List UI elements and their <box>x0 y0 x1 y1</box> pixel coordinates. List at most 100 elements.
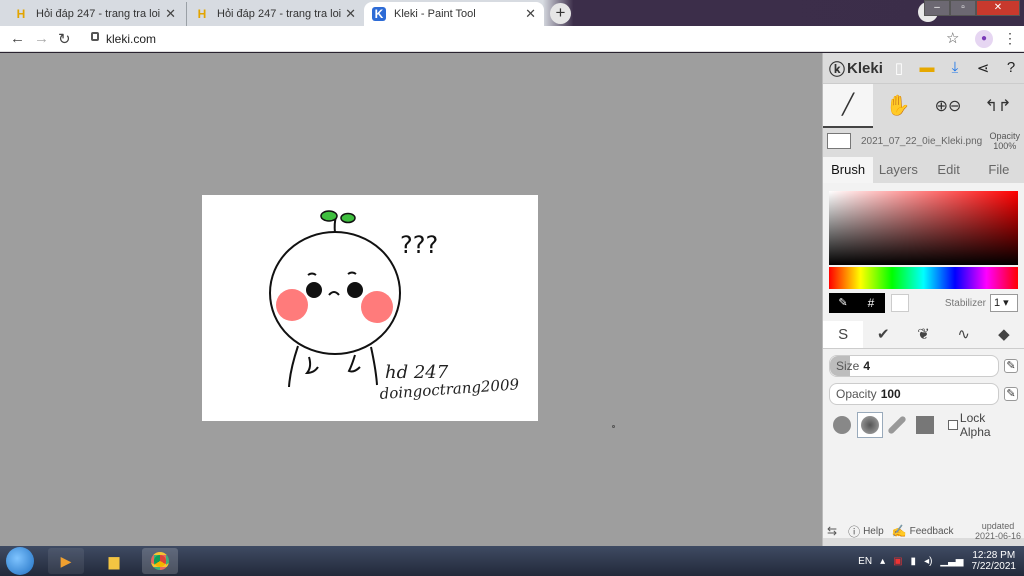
eyedropper-icon[interactable]: ✎ <box>829 293 857 313</box>
stabilizer-label: Stabilizer <box>944 297 986 309</box>
signal-icon[interactable]: ▁▃▅ <box>940 556 963 567</box>
updated-label: updated <box>981 521 1015 531</box>
kleki-favicon-icon: K <box>372 7 386 21</box>
close-window-button[interactable]: ✕ <box>976 0 1020 16</box>
hex-input-button[interactable]: # <box>857 293 885 313</box>
panel-header: ⓚ Kleki ▯ ▬ ⤓ ⋖ ? <box>823 53 1024 83</box>
file-explorer-icon[interactable]: ▆ <box>96 548 132 574</box>
close-tab-icon[interactable]: ✕ <box>345 6 356 22</box>
app-name: Kleki <box>847 59 883 77</box>
tab-edit[interactable]: Edit <box>924 157 974 183</box>
file-info-row: 2021_07_22_0ie_Kleki.png Opacity 100% <box>823 127 1024 155</box>
size-pressure-icon[interactable]: ✎ <box>1004 359 1018 373</box>
tray-expand-icon[interactable]: ▴ <box>880 556 885 567</box>
help-button[interactable]: ⓘ Help <box>848 523 884 540</box>
tab-kleki[interactable]: K Kleki - Paint Tool ✕ <box>364 2 544 26</box>
size-value: 4 <box>863 359 871 373</box>
close-tab-icon[interactable]: ✕ <box>165 6 176 22</box>
reload-icon[interactable]: ↻ <box>58 30 71 48</box>
help-circle-icon[interactable]: ? <box>1002 59 1020 77</box>
size-label: Size <box>836 359 860 373</box>
file-name: 2021_07_22_0ie_Kleki.png <box>861 135 983 147</box>
feedback-button[interactable]: ✍ Feedback <box>892 524 954 538</box>
address-bar: ← → ↻ kleki.com ☆ ● ⋮ <box>0 26 1024 52</box>
undo-redo-icon[interactable]: ↰↱ <box>973 84 1023 128</box>
antivirus-icon[interactable]: ▣ <box>893 556 902 567</box>
forward-arrow-icon[interactable]: → <box>34 30 49 47</box>
line-icon <box>887 415 908 435</box>
blend-brush-icon[interactable]: ✔ <box>863 321 903 348</box>
updated-info: updated 2021-06-16 <box>975 521 1021 541</box>
chrome-taskbar-icon[interactable] <box>142 548 178 574</box>
tab-strip: H Hỏi đáp 247 - trang tra loi ✕ H Hỏi đá… <box>0 0 1024 26</box>
maximize-button[interactable]: ▫ <box>950 0 976 16</box>
layer-opacity: Opacity 100% <box>989 131 1020 151</box>
square-icon <box>916 416 935 434</box>
square-tip-button[interactable] <box>912 412 938 438</box>
help-label: Help <box>863 525 884 537</box>
tab-brush[interactable]: Brush <box>823 157 874 183</box>
lock-alpha-toggle[interactable]: Lock Alpha <box>947 411 1018 439</box>
brush-settings: ✎ # Stabilizer 1 ▾ S ✔ ❦ ∿ ◆ Size 4 ✎ Op… <box>823 183 1024 538</box>
back-arrow-icon[interactable]: ← <box>10 30 25 47</box>
chrome-icon <box>151 552 169 570</box>
download-icon[interactable]: ⤓ <box>946 59 964 77</box>
hue-slider[interactable] <box>829 267 1018 289</box>
pen-brush-icon[interactable]: S <box>823 321 864 348</box>
circle-icon <box>832 416 851 434</box>
soft-circle-icon <box>860 416 879 434</box>
top-actions: ▯ ▬ ⤓ ⋖ ? <box>890 59 1024 77</box>
new-tab-button[interactable]: + <box>550 3 571 24</box>
opacity-slider[interactable]: Opacity 100 <box>829 383 999 405</box>
volume-icon[interactable]: ◂) <box>924 556 932 567</box>
color-saturation-picker[interactable] <box>829 191 1018 265</box>
stabilizer-value: 1 <box>994 297 1001 309</box>
language-indicator[interactable]: EN <box>858 556 872 567</box>
opacity-value: 100% <box>993 141 1017 151</box>
windows-taskbar: ▶ ▆ EN ▴ ▣ ▮ ◂) ▁▃▅ 12:28 PM 7/22/2021 <box>0 546 1024 576</box>
brush-tool-icon[interactable]: ╱ <box>823 83 873 128</box>
round-tip-button[interactable] <box>829 412 855 438</box>
media-player-icon[interactable]: ▶ <box>48 548 84 574</box>
line-tip-button[interactable] <box>885 412 911 438</box>
soft-tip-button[interactable] <box>856 412 883 438</box>
drawing-canvas[interactable]: ??? hd 247 doingoctrang2009 <box>202 195 538 421</box>
secondary-color-swatch[interactable] <box>891 294 909 312</box>
swap-panel-button[interactable]: ⇆ <box>827 524 840 538</box>
share-icon[interactable]: ⋖ <box>974 59 992 77</box>
size-slider[interactable]: Size 4 <box>829 355 999 377</box>
profile-avatar-icon[interactable]: ● <box>975 30 993 48</box>
tab-title: Kleki - Paint Tool <box>394 8 476 20</box>
stabilizer-select[interactable]: 1 ▾ <box>990 294 1018 312</box>
hand-tool-icon[interactable]: ✋ <box>873 84 923 128</box>
smooth-brush-icon[interactable]: ∿ <box>944 321 984 348</box>
bookmark-star-icon[interactable]: ☆ <box>946 29 959 47</box>
url-field[interactable]: kleki.com <box>106 32 156 46</box>
minimize-button[interactable]: – <box>924 0 950 16</box>
tab-layers[interactable]: Layers <box>873 157 923 183</box>
zoom-tool-icon[interactable]: ⊕⊖ <box>923 84 973 128</box>
close-tab-icon[interactable]: ✕ <box>525 6 536 22</box>
canvas-workspace[interactable]: ??? hd 247 doingoctrang2009 <box>0 53 822 546</box>
start-button[interactable] <box>6 547 34 575</box>
new-file-icon[interactable]: ▯ <box>890 59 908 77</box>
kleki-logo-icon: ⓚ <box>829 62 846 79</box>
cursor-dot <box>612 425 615 428</box>
help-icon: ⓘ <box>848 524 861 539</box>
clock-date: 7/22/2021 <box>971 561 1017 572</box>
tab-hoidap-1[interactable]: H Hỏi đáp 247 - trang tra loi ✕ <box>6 2 184 26</box>
panel-footer: ⇆ ⓘ Help ✍ Feedback updated 2021-06-16 <box>823 516 1024 546</box>
drawn-question-marks: ??? <box>400 231 438 259</box>
tab-hoidap-2[interactable]: H Hỏi đáp 247 - trang tra loi ✕ <box>186 2 364 26</box>
tab-title: Hỏi đáp 247 - trang tra loi <box>217 8 342 20</box>
browser-menu-icon[interactable]: ⋮ <box>1003 30 1017 47</box>
battery-icon[interactable]: ▮ <box>911 556 917 567</box>
open-folder-icon[interactable]: ▬ <box>918 59 936 77</box>
sketchy-brush-icon[interactable]: ❦ <box>903 321 943 348</box>
clock[interactable]: 12:28 PM 7/22/2021 <box>972 550 1017 572</box>
eraser-icon[interactable]: ◆ <box>984 321 1024 348</box>
tab-file[interactable]: File <box>974 157 1024 183</box>
tool-row: ╱ ✋ ⊕⊖ ↰↱ <box>823 83 1024 128</box>
lock-alpha-checkbox[interactable] <box>947 420 958 430</box>
opacity-pressure-icon[interactable]: ✎ <box>1004 387 1018 401</box>
